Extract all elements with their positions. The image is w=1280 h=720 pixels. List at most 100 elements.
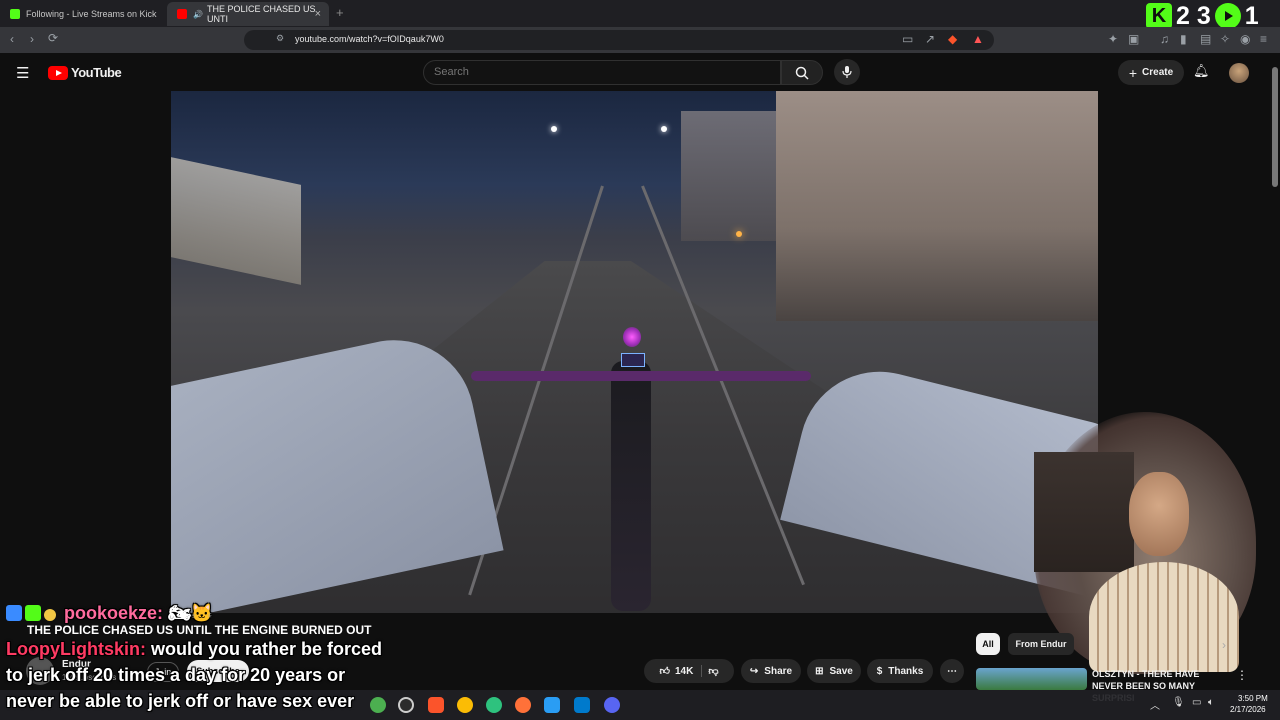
play-icon bbox=[1214, 3, 1241, 29]
taskbar-discord-icon[interactable] bbox=[604, 697, 620, 713]
share-page-icon[interactable]: ↗ bbox=[925, 32, 935, 46]
create-label: Create bbox=[1142, 67, 1174, 78]
url-text: youtube.com/watch?v=fOIDqauk7W0 bbox=[295, 34, 444, 44]
chat-emote-icon: 🏍︎🐱 bbox=[168, 603, 214, 623]
video-scene-scooter-stem bbox=[611, 361, 651, 611]
site-info-icon[interactable]: ⚙ bbox=[276, 33, 284, 44]
chat-badge-icon bbox=[25, 605, 41, 621]
address-bar[interactable]: ⚙ youtube.com/watch?v=fOIDqauk7W0 bbox=[244, 30, 994, 50]
recommended-thumbnail[interactable] bbox=[976, 668, 1087, 690]
forward-icon[interactable]: › bbox=[30, 32, 34, 46]
taskbar-github-icon[interactable] bbox=[398, 697, 414, 713]
voice-search-button[interactable] bbox=[834, 59, 860, 85]
kick-logo-icon: K bbox=[1146, 3, 1172, 29]
account-avatar[interactable] bbox=[1229, 63, 1249, 83]
youtube-logo[interactable]: YouTube bbox=[48, 65, 122, 80]
chip-from-channel[interactable]: From Endur bbox=[1008, 633, 1074, 655]
hamburger-menu-icon[interactable]: ☰ bbox=[16, 64, 29, 82]
taskbar-app-icon[interactable] bbox=[544, 697, 560, 713]
wallet-icon[interactable]: ▤ bbox=[1200, 32, 1211, 46]
video-scene-scooter-light bbox=[736, 231, 742, 237]
more-icon: ⋯ bbox=[947, 665, 957, 677]
video-scene-scooter-display bbox=[621, 353, 645, 367]
video-scene-handlebar bbox=[471, 371, 811, 381]
thumbs-up-icon: 👍︎ bbox=[659, 666, 670, 677]
taskbar-date[interactable]: 2/17/2026 bbox=[1230, 705, 1266, 714]
like-dislike-group: 👍︎ 14K 👎︎ bbox=[644, 659, 734, 683]
taskbar-chrome-icon[interactable] bbox=[370, 697, 386, 713]
chat-text: never be able to jerk off or have sex ev… bbox=[6, 691, 355, 711]
dislike-icon[interactable]: 👎︎ bbox=[708, 665, 718, 677]
brave-rewards-icon[interactable]: ▲ bbox=[972, 32, 984, 46]
save-label: Save bbox=[829, 665, 853, 677]
video-scene-neon-light bbox=[623, 327, 641, 347]
chat-username: pookoekze: bbox=[64, 603, 164, 623]
share-button[interactable]: ↪ Share bbox=[741, 659, 801, 683]
kick-stats-widget: K 2 3 1 bbox=[1146, 2, 1259, 30]
share-icon: ↪ bbox=[749, 665, 759, 677]
chevron-right-icon[interactable]: › bbox=[1222, 638, 1226, 652]
save-icon: ⊞ bbox=[815, 665, 824, 677]
tab-youtube-video[interactable]: 🔊 THE POLICE CHASED US UNTI × bbox=[167, 2, 329, 26]
browser-tab-strip: Following - Live Streams on Kick 🔊 THE P… bbox=[0, 0, 1280, 27]
tab-close-icon[interactable]: × bbox=[315, 8, 321, 20]
leo-ai-icon[interactable]: ✧ bbox=[1220, 32, 1230, 46]
youtube-header: ☰ YouTube + Create 🔔︎ bbox=[0, 53, 1270, 91]
thanks-icon: $ bbox=[876, 665, 883, 677]
youtube-favicon-icon bbox=[177, 9, 187, 19]
recommended-more-icon[interactable]: ⋮ bbox=[1236, 668, 1248, 682]
taskbar-edge-icon[interactable] bbox=[486, 697, 502, 713]
browser-toolbar: ‹ › ⟳ ▯ ⚙ youtube.com/watch?v=fOIDqauk7W… bbox=[0, 27, 1280, 53]
vpn-icon[interactable]: ◉ bbox=[1240, 32, 1250, 46]
webcam-shelf bbox=[1034, 452, 1134, 572]
youtube-logo-text: YouTube bbox=[71, 65, 122, 80]
chat-message: pookoekze: 🏍︎🐱 bbox=[6, 603, 213, 624]
plus-icon: + bbox=[1128, 64, 1138, 81]
chat-text: would you rather be forced bbox=[151, 639, 383, 659]
notifications-bell-icon[interactable]: 🔔︎ bbox=[1193, 63, 1210, 79]
reload-icon[interactable]: ⟳ bbox=[48, 31, 58, 45]
extensions-icon[interactable]: ✦ bbox=[1108, 32, 1118, 46]
screenshot-icon[interactable]: ▣ bbox=[1128, 32, 1139, 46]
chat-message: LoopyLightskin: would you rather be forc… bbox=[6, 639, 382, 660]
taskbar-vscode-icon[interactable] bbox=[574, 697, 590, 713]
search-box bbox=[423, 60, 781, 85]
more-actions-button[interactable]: ⋯ bbox=[940, 659, 964, 683]
search-button[interactable] bbox=[781, 60, 823, 85]
video-title: THE POLICE CHASED US UNTIL THE ENGINE BU… bbox=[27, 623, 372, 637]
scrollbar-thumb[interactable] bbox=[1272, 67, 1278, 187]
chat-message: to jerk off 20 times a day for 20 years … bbox=[6, 665, 345, 686]
chip-all[interactable]: All bbox=[976, 633, 1000, 655]
create-button[interactable]: + Create bbox=[1118, 60, 1184, 85]
sidebar-icon[interactable]: ▮ bbox=[1180, 32, 1187, 46]
page-scrollbar[interactable] bbox=[1270, 53, 1280, 693]
thanks-button[interactable]: $ Thanks bbox=[867, 659, 933, 683]
search-icon bbox=[795, 66, 809, 80]
brave-shields-icon[interactable]: ◆ bbox=[948, 32, 957, 46]
back-icon[interactable]: ‹ bbox=[10, 32, 14, 46]
video-scene-building-left bbox=[171, 157, 301, 285]
thanks-label: Thanks bbox=[888, 665, 924, 677]
video-scene-streetlight bbox=[551, 126, 557, 132]
menu-icon[interactable]: ≡ bbox=[1260, 32, 1267, 46]
new-tab-button[interactable]: + bbox=[336, 5, 344, 20]
video-player[interactable] bbox=[171, 91, 1098, 613]
speaker-icon: 🔊 bbox=[193, 9, 203, 19]
like-button[interactable]: 👍︎ 14K bbox=[660, 665, 703, 677]
search-input[interactable] bbox=[434, 66, 764, 78]
taskbar-chrome-browser-icon[interactable] bbox=[457, 697, 473, 713]
tray-mic-icon[interactable]: 🎙︎ bbox=[1172, 697, 1185, 708]
cast-icon[interactable]: ▭ bbox=[902, 32, 913, 46]
share-label: Share bbox=[764, 665, 793, 677]
tray-network-icon[interactable]: ▭ bbox=[1192, 697, 1201, 708]
taskbar-time[interactable]: 3:50 PM bbox=[1238, 694, 1268, 703]
media-icon[interactable]: ♫ bbox=[1160, 32, 1169, 46]
video-scene-building-right bbox=[776, 91, 1098, 321]
tray-volume-icon[interactable]: 🔈︎ bbox=[1208, 697, 1214, 708]
save-button[interactable]: ⊞ Save bbox=[807, 659, 861, 683]
taskbar-brave-icon[interactable] bbox=[428, 697, 444, 713]
taskbar-firefox-icon[interactable] bbox=[515, 697, 531, 713]
webcam-streamer-shirt bbox=[1089, 562, 1239, 672]
tray-chevron-icon[interactable]: ︿ bbox=[1150, 697, 1160, 712]
tab-kick-following[interactable]: Following - Live Streams on Kick bbox=[0, 2, 165, 26]
